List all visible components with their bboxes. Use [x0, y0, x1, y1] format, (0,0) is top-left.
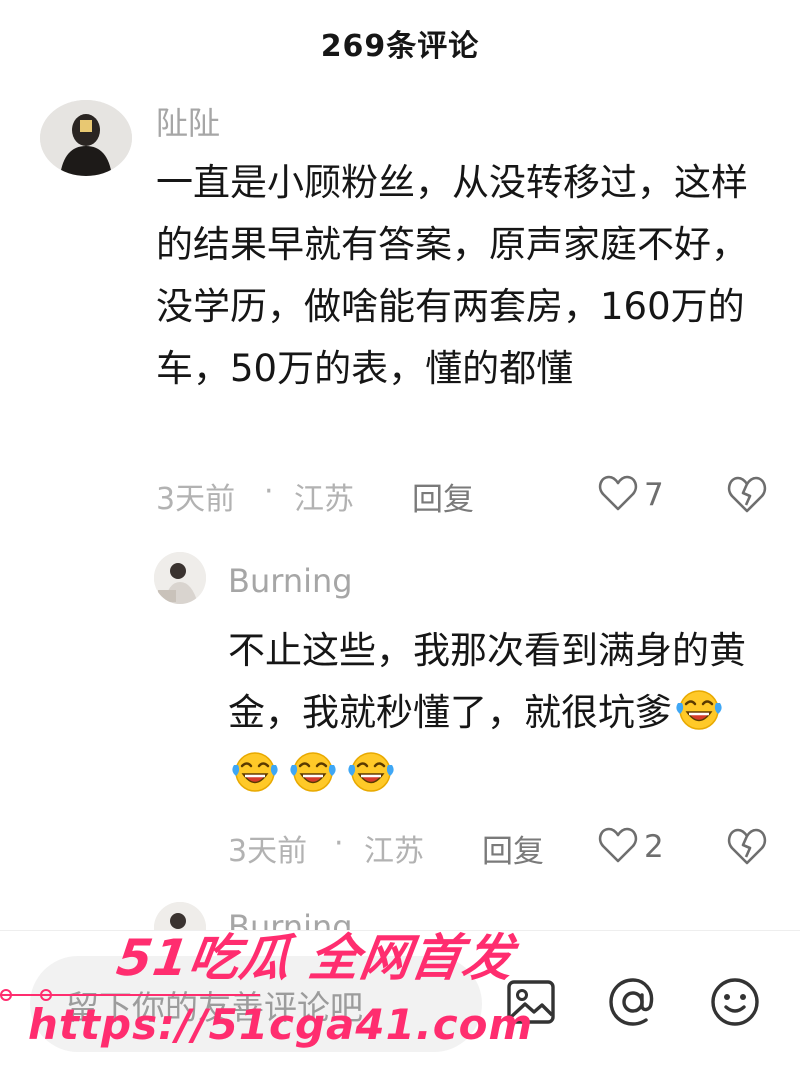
like-button[interactable]: 2	[598, 826, 664, 868]
heart-icon	[598, 474, 638, 516]
comments-header: 269条评论	[0, 0, 800, 86]
watermark-url: https://51cga41.com	[28, 1000, 534, 1049]
comment-time: 3天前	[156, 482, 236, 517]
at-icon[interactable]	[604, 973, 662, 1031]
laughing-crying-emoji	[344, 749, 398, 795]
comment-count-title: 269条评论	[320, 29, 480, 64]
laughing-crying-emoji	[286, 749, 340, 795]
comment-username[interactable]: 阯阯	[156, 98, 220, 144]
watermark-dot	[0, 989, 12, 1001]
watermark-line	[0, 994, 260, 996]
dislike-icon[interactable]	[726, 474, 768, 518]
like-count: 2	[644, 829, 664, 865]
dislike-icon[interactable]	[726, 826, 768, 870]
avatar[interactable]	[40, 100, 132, 176]
like-button[interactable]: 7	[598, 474, 664, 516]
reply-text: 不止这些，我那次看到满身的黄金，我就秒懂了，就很坑爹	[228, 620, 768, 806]
reply-time: 3天前	[228, 834, 308, 869]
emoji-icon[interactable]	[706, 973, 764, 1031]
avatar[interactable]	[154, 552, 206, 604]
laughing-crying-emoji	[672, 687, 726, 733]
reply-button[interactable]: 回复	[412, 474, 474, 519]
meta-separator: ·	[264, 474, 274, 509]
watermark-brand: 51吃瓜 全网首发	[113, 929, 518, 987]
meta-separator: ·	[334, 826, 344, 861]
reply-location: 江苏	[364, 834, 424, 869]
heart-icon	[598, 826, 638, 868]
reply-button[interactable]: 回复	[482, 826, 544, 871]
like-count: 7	[644, 477, 664, 513]
reply-username[interactable]: Burning	[228, 562, 353, 600]
comment-text: 一直是小顾粉丝，从没转移过，这样的结果早就有答案，原声家庭不好，没学历，做啥能有…	[156, 161, 748, 390]
laughing-crying-emoji	[228, 749, 282, 795]
comment-location: 江苏	[294, 482, 354, 517]
